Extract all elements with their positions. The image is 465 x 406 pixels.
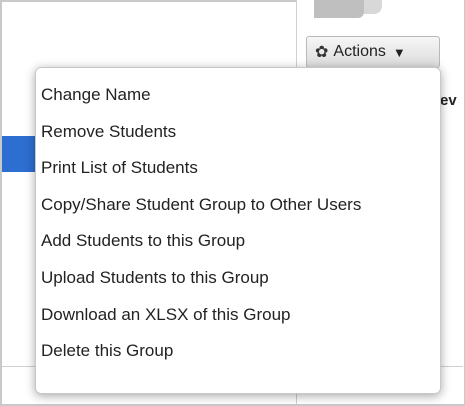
menu-item-upload-students[interactable]: Upload Students to this Group bbox=[36, 260, 440, 297]
menu-item-remove-students[interactable]: Remove Students bbox=[36, 114, 440, 151]
panel-tab bbox=[314, 0, 382, 18]
caret-down-icon: ▼ bbox=[392, 44, 406, 60]
menu-item-download-xlsx[interactable]: Download an XLSX of this Group bbox=[36, 297, 440, 334]
menu-item-delete-group[interactable]: Delete this Group bbox=[36, 333, 440, 370]
selected-row-highlight[interactable] bbox=[2, 136, 36, 172]
menu-item-print-list[interactable]: Print List of Students bbox=[36, 150, 440, 187]
row-divider-right bbox=[440, 366, 463, 367]
gear-icon: ✿ bbox=[315, 44, 329, 61]
actions-menu: Change Name Remove Students Print List o… bbox=[35, 67, 441, 394]
menu-item-change-name[interactable]: Change Name bbox=[36, 77, 440, 114]
row-divider bbox=[2, 366, 36, 367]
column-header[interactable]: ev bbox=[440, 92, 457, 109]
actions-button[interactable]: ✿ Actions ▼ bbox=[306, 36, 440, 68]
actions-label: Actions bbox=[333, 43, 386, 60]
menu-item-add-students[interactable]: Add Students to this Group bbox=[36, 223, 440, 260]
menu-item-copy-share-group[interactable]: Copy/Share Student Group to Other Users bbox=[36, 187, 440, 224]
